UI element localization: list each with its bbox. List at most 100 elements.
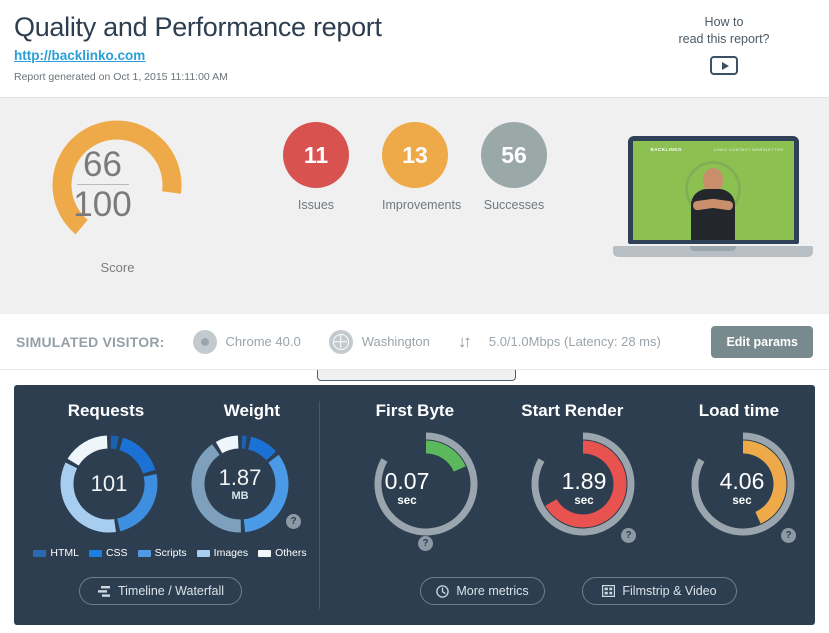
how-to-line-2: read this report?: [678, 32, 770, 46]
legend-label: CSS: [105, 547, 128, 559]
simulated-connection: ↓↑ 5.0/1.0Mbps (Latency: 28 ms): [458, 332, 661, 352]
more-metrics-label: More metrics: [456, 584, 529, 598]
simulated-visitor-label: SIMULATED VISITOR:: [16, 333, 165, 350]
gauge-value-arc: [742, 440, 787, 524]
weight-help-icon[interactable]: ?: [286, 514, 301, 529]
laptop-screen: BACKLINKO LINKS CONTACT NEWSLETTER: [632, 141, 794, 240]
donut-segment-scripts: [243, 454, 289, 533]
weight-donut: 1.87 MB ?: [185, 429, 301, 539]
edit-params-button[interactable]: Edit params: [711, 326, 813, 358]
timeline-waterfall-label: Timeline / Waterfall: [117, 584, 225, 598]
requests-donut-svg: [60, 435, 158, 533]
legend-swatch: [137, 549, 151, 557]
globe-icon-inner: [332, 333, 349, 350]
load-time-gauge: 4.06 sec ?: [686, 429, 806, 547]
badge-count: 11: [283, 122, 349, 188]
simulated-location: Washington: [328, 329, 430, 354]
score-label: Score: [100, 260, 135, 275]
metrics-gauges-row: 101 1.87 MB ? 0.07 sec ? 1.89 sec ? 4.06…: [14, 429, 815, 551]
screenshot-nav: LINKS CONTACT NEWSLETTER: [713, 147, 784, 152]
filmstrip-icon: [602, 585, 616, 597]
first-byte-gauge-svg: [374, 432, 478, 536]
clock-icon: [436, 584, 450, 598]
screenshot-person: [688, 168, 738, 240]
weight-donut-svg: [191, 435, 289, 533]
badge-label: Improvements: [382, 198, 462, 212]
waterfall-icon-svg: [97, 585, 110, 597]
metrics-column-titles: Requests Weight First Byte Start Render …: [14, 385, 815, 421]
chrome-icon-dot: [200, 337, 209, 346]
site-url-link[interactable]: http://backlinko.com: [14, 48, 145, 63]
donut-segment-css: [247, 436, 276, 461]
filmstrip-video-label: Filmstrip & Video: [622, 584, 717, 598]
donut-segment-html: [110, 435, 120, 450]
legend-label: HTML: [50, 547, 79, 559]
badge-label: Issues: [297, 198, 335, 212]
badge-label: Successes: [483, 198, 545, 212]
filmstrip-video-button[interactable]: Filmstrip & Video: [582, 577, 737, 605]
first-byte-gauge: 0.07 sec ?: [369, 429, 489, 551]
timeline-waterfall-button[interactable]: Timeline / Waterfall: [79, 577, 242, 605]
screenshot-brand: BACKLINKO: [650, 147, 682, 152]
score-max: 100: [73, 185, 132, 224]
play-triangle-icon: [721, 61, 729, 70]
start-render-help-icon[interactable]: ?: [621, 528, 636, 543]
score-block: 66 100 Score: [40, 113, 195, 275]
donut-segment-css: [118, 437, 156, 475]
person-body: [691, 189, 735, 240]
badge-issues[interactable]: 11 Issues: [283, 122, 349, 212]
legend-label: Images: [213, 547, 249, 559]
legend-item-css: CSS: [88, 547, 128, 559]
site-screenshot-thumbnail[interactable]: BACKLINKO LINKS CONTACT NEWSLETTER: [613, 136, 813, 264]
column-title-requests: Requests: [67, 401, 145, 420]
badge-improvements[interactable]: 13 Improvements: [382, 122, 462, 212]
waterfall-icon: [97, 585, 111, 597]
legend-swatch: [33, 549, 47, 557]
filmstrip-icon-svg: [602, 585, 616, 597]
column-title-weight: Weight: [223, 401, 281, 420]
simulated-location-label: Washington: [361, 334, 430, 349]
score-gauge: 66 100: [40, 113, 195, 258]
donut-segment-scripts: [116, 474, 158, 532]
donut-segment-images: [60, 462, 116, 533]
metrics-panel: Requests Weight First Byte Start Render …: [14, 385, 815, 625]
laptop-notch: [690, 246, 736, 251]
report-header: Quality and Performance report http://ba…: [0, 0, 829, 97]
simulated-visitor-bar: SIMULATED VISITOR: Chrome 40.0 Washingto…: [0, 314, 829, 370]
clock-icon-svg: [436, 584, 450, 598]
legend-item-html: HTML: [33, 547, 79, 559]
gauge-value-arc: [545, 440, 627, 528]
globe-icon: [328, 329, 353, 354]
summary-band: 66 100 Score 11 Issues 13 Improvements 56 Suc…: [0, 97, 829, 381]
first-byte-help-icon[interactable]: ?: [418, 536, 433, 551]
badge-count: 56: [481, 122, 547, 188]
legend-label: Scripts: [154, 547, 187, 559]
legend-item-images: Images: [196, 547, 249, 559]
badge-successes[interactable]: 56 Successes: [481, 122, 547, 212]
legend-label: Others: [275, 547, 307, 559]
simulated-browser: Chrome 40.0: [192, 329, 301, 354]
simulated-connection-label: 5.0/1.0Mbps (Latency: 28 ms): [488, 334, 661, 349]
start-render-gauge: 1.89 sec ?: [526, 429, 646, 547]
laptop-base: [613, 246, 813, 257]
legend-item-others: Others: [258, 547, 307, 559]
legend-item-scripts: Scripts: [137, 547, 187, 559]
column-title-load-time: Load time: [698, 401, 780, 420]
more-metrics-button[interactable]: More metrics: [420, 577, 545, 605]
donut-segment-others: [67, 435, 108, 466]
gauge-value-arc: [425, 440, 466, 472]
play-icon[interactable]: [710, 56, 738, 75]
how-to-read-block: How to read this report?: [639, 14, 809, 75]
badge-count: 13: [382, 122, 448, 188]
requests-donut: 101: [54, 429, 164, 539]
legend-swatch: [196, 549, 210, 557]
column-title-first-byte: First Byte: [375, 401, 455, 420]
column-title-start-render: Start Render: [521, 401, 624, 420]
donut-segment-images: [191, 444, 241, 533]
legend-swatch: [88, 549, 102, 557]
load-time-help-icon[interactable]: ?: [781, 528, 796, 543]
how-to-line-1: How to: [704, 15, 744, 29]
donut-segment-others: [215, 435, 239, 454]
laptop-lid: BACKLINKO LINKS CONTACT NEWSLETTER: [627, 136, 799, 244]
legend-swatch: [258, 549, 272, 557]
